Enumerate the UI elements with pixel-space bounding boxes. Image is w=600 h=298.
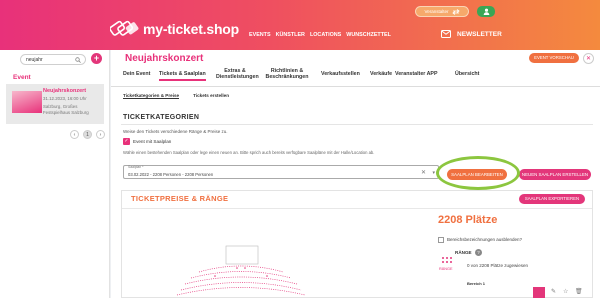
- search-input[interactable]: neujahr: [20, 54, 86, 65]
- seat-row: [198, 265, 284, 273]
- highlight-ellipse: [436, 156, 520, 190]
- sub-tabs: Ticketkategorien & Preise Tickets erstel…: [123, 93, 229, 99]
- tab-organizer-app[interactable]: Veranstalter APP: [395, 71, 438, 77]
- search-icon[interactable]: [75, 57, 81, 63]
- search-value: neujahr: [26, 57, 43, 63]
- seat-row: [190, 271, 292, 279]
- page-title: Neujahrskonzert: [125, 53, 204, 64]
- ranks-heading: RÄNGE: [455, 250, 472, 255]
- logo-text: my-ticket.shop: [143, 21, 239, 37]
- seat-row: [176, 287, 306, 296]
- tab-tickets[interactable]: Tickets & Saalplan: [159, 71, 206, 81]
- event-card-venue: Festspielhaus Salzburg: [43, 110, 89, 115]
- subtab-categories[interactable]: Ticketkategorien & Preise: [123, 93, 180, 99]
- event-card-place: Salzburg, Großes: [43, 104, 78, 109]
- swap-icon: [451, 8, 460, 15]
- seatplan-select[interactable]: Saalplan * 03.02.2022 - 2208 Personen - …: [123, 165, 439, 179]
- tab-overview[interactable]: Übersicht: [455, 71, 479, 77]
- nav-events[interactable]: EVENTS: [249, 32, 271, 38]
- user-icon: [483, 8, 489, 15]
- tab-bar: Dein Event Tickets & Saalplan Extras & D…: [111, 65, 600, 87]
- ranks-icon-label: RÄNGE: [439, 267, 453, 271]
- role-switch-button[interactable]: Veranstalter: [415, 6, 469, 17]
- new-seatplan-button[interactable]: NEUEN SAALPLAN ERSTELLEN: [519, 169, 591, 180]
- nav-wishlist[interactable]: WUNSCHZETTEL: [346, 32, 391, 38]
- seatplan-select-value: 03.02.2022 - 2208 Personen - 2208 Person…: [128, 172, 214, 177]
- event-card-title: Neujahrskonzert: [43, 88, 87, 94]
- star-icon[interactable]: ☆: [563, 288, 568, 295]
- section-title: TICKETKATEGORIEN: [123, 114, 200, 121]
- stage-outline: [225, 245, 259, 265]
- edit-icon[interactable]: ✎: [551, 288, 556, 295]
- seatplan-select-label: Saalplan *: [128, 165, 144, 169]
- tab-policies[interactable]: Richtlinien & Beschränkungen: [263, 68, 311, 80]
- top-nav: EVENTS KÜNSTLER LOCATIONS WUNSCHZETTEL: [249, 32, 391, 38]
- panel-title: TICKETPREISE & RÄNGE: [131, 194, 229, 203]
- event-thumbnail: [12, 91, 42, 113]
- assigned-text: 0 von 2208 Plätze zugewiesen: [467, 263, 529, 268]
- hide-areas-label[interactable]: Bereichsbezeichnungen ausblenden?: [447, 237, 522, 242]
- mail-icon: [441, 30, 451, 38]
- help-icon[interactable]: ?: [475, 249, 482, 256]
- divider: [121, 124, 593, 125]
- subtab-create-tickets[interactable]: Tickets erstellen: [193, 93, 229, 99]
- pager-prev[interactable]: ‹: [70, 130, 79, 139]
- newsletter-label: NEWSLETTER: [457, 30, 502, 38]
- ranks-icon[interactable]: [441, 256, 453, 266]
- rank-color-swatch[interactable]: [533, 287, 545, 298]
- newsletter-link[interactable]: NEWSLETTER: [441, 29, 502, 39]
- sidebar-section-label: Event: [13, 74, 31, 81]
- pager-next[interactable]: ›: [96, 130, 105, 139]
- clear-icon[interactable]: ✕: [421, 169, 426, 176]
- tab-sales[interactable]: Verkäufe: [370, 71, 392, 77]
- top-header: my-ticket.shop EVENTS KÜNSTLER LOCATIONS…: [0, 0, 600, 50]
- event-card-datetime: 31.12.2023, 16:00 Uhr: [43, 96, 87, 101]
- panel-divider: [122, 208, 592, 209]
- area-label: Bereich 1: [467, 281, 486, 286]
- tab-sales-points[interactable]: Verkaufsstellen: [321, 71, 360, 77]
- sidebar-pager: ‹ 1 ›: [70, 130, 105, 139]
- tab-event[interactable]: Dein Event: [123, 71, 150, 77]
- close-button[interactable]: ✕: [583, 53, 594, 64]
- event-preview-button[interactable]: EVENT VORSCHAU: [529, 53, 579, 63]
- seatplan-checkbox-label[interactable]: Event mit Saalplan: [133, 139, 171, 144]
- intro-text: Weise den Tickets verschiedene Ränge & P…: [123, 129, 228, 134]
- nav-locations[interactable]: LOCATIONS: [310, 32, 341, 38]
- ticket-logo-icon: [110, 20, 139, 36]
- nav-artists[interactable]: KÜNSTLER: [276, 32, 305, 38]
- seat-row: [180, 282, 302, 291]
- seat-count: 2208 Plätze: [438, 214, 498, 226]
- trash-icon[interactable]: 🗑: [575, 288, 583, 295]
- add-event-button[interactable]: +: [91, 53, 102, 64]
- pager-page[interactable]: 1: [83, 130, 92, 139]
- hide-areas-checkbox[interactable]: [438, 237, 444, 243]
- help-text: Wähle einen bestehenden Saalplan oder le…: [123, 150, 375, 155]
- export-seatplan-button[interactable]: SAALPLAN EXPORTIEREN: [519, 194, 585, 204]
- role-switch-label: Veranstalter: [424, 9, 449, 14]
- logo[interactable]: my-ticket.shop: [110, 20, 239, 38]
- user-button[interactable]: [477, 6, 495, 17]
- seat-map[interactable]: [171, 236, 311, 296]
- seatplan-checkbox[interactable]: ✓: [123, 138, 130, 145]
- tab-extras[interactable]: Extras & Dienstleistungen: [216, 68, 259, 80]
- seat-row: [184, 276, 298, 285]
- chevron-down-icon[interactable]: ▾: [432, 170, 435, 176]
- event-card[interactable]: Neujahrskonzert 31.12.2023, 16:00 Uhr Sa…: [6, 84, 104, 124]
